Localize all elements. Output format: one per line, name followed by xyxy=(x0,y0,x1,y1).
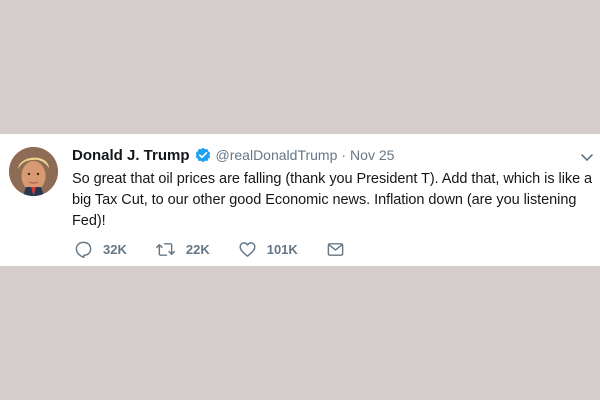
reply-count: 32K xyxy=(103,242,127,257)
retweet-icon xyxy=(155,243,175,256)
tweet-content: Donald J. Trump @realDonaldTrump · Nov 2… xyxy=(72,145,592,232)
separator: · xyxy=(341,147,347,163)
retweet-action[interactable]: 22K xyxy=(155,240,210,259)
envelope-icon xyxy=(327,243,344,256)
tweet-card[interactable]: Donald J. Trump @realDonaldTrump · Nov 2… xyxy=(0,134,600,266)
tweet-header: Donald J. Trump @realDonaldTrump · Nov 2… xyxy=(72,145,586,165)
display-name[interactable]: Donald J. Trump xyxy=(72,147,190,164)
chevron-down-icon[interactable] xyxy=(580,150,594,161)
tweet-actions: 32K 22K 101K xyxy=(74,240,373,259)
user-handle[interactable]: @realDonaldTrump xyxy=(216,147,338,163)
reply-icon xyxy=(75,241,92,259)
retweet-count: 22K xyxy=(185,242,210,257)
like-action[interactable]: 101K xyxy=(238,240,298,259)
like-count: 101K xyxy=(266,242,298,257)
direct-message-action[interactable] xyxy=(326,240,345,259)
verified-badge-icon xyxy=(195,147,211,163)
heart-icon xyxy=(239,242,256,257)
avatar-photo-icon xyxy=(9,147,58,196)
avatar[interactable] xyxy=(9,147,58,196)
reply-action[interactable]: 32K xyxy=(74,240,127,259)
tweet-date[interactable]: Nov 25 xyxy=(350,147,394,163)
tweet-text: So great that oil prices are falling (th… xyxy=(72,171,593,229)
